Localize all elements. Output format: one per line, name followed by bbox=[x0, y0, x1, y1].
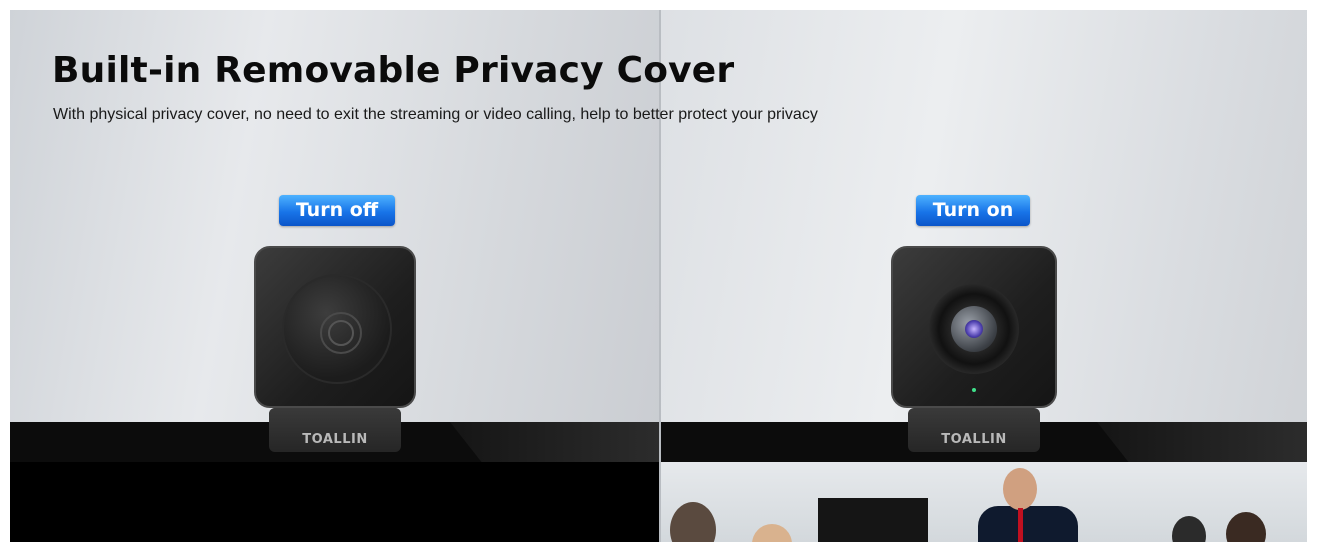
monitor-screen-off bbox=[10, 462, 660, 542]
privacy-cover-open-panel: TOALLIN Turn on bbox=[660, 10, 1307, 542]
monitor-bezel-highlight bbox=[1097, 422, 1307, 462]
product-banner: TOALLIN Turn off TOALLIN Turn on Built-i… bbox=[10, 10, 1307, 542]
meeting-participant bbox=[752, 524, 792, 542]
presenter-head bbox=[1003, 468, 1037, 510]
meeting-room-screen bbox=[818, 498, 928, 542]
meeting-participant bbox=[1226, 512, 1266, 542]
meeting-participant bbox=[1172, 516, 1206, 542]
turn-off-label: Turn off bbox=[279, 195, 395, 226]
banner-subtitle: With physical privacy cover, no need to … bbox=[53, 106, 818, 123]
brand-logo: TOALLIN bbox=[941, 432, 1007, 447]
monitor-screen-meeting bbox=[660, 462, 1307, 542]
brand-logo: TOALLIN bbox=[302, 432, 368, 447]
turn-on-label: Turn on bbox=[916, 195, 1030, 226]
privacy-cover bbox=[282, 274, 392, 384]
webcam-body bbox=[254, 246, 416, 408]
banner-title: Built-in Removable Privacy Cover bbox=[52, 50, 735, 91]
status-led bbox=[972, 388, 976, 392]
privacy-cover-center bbox=[328, 320, 354, 346]
webcam-body bbox=[891, 246, 1057, 408]
lens-sensor bbox=[965, 320, 983, 338]
presenter-tie bbox=[1018, 508, 1023, 542]
meeting-participant bbox=[670, 502, 716, 542]
monitor-bezel-highlight bbox=[450, 422, 660, 462]
presenter-suit bbox=[978, 506, 1078, 542]
